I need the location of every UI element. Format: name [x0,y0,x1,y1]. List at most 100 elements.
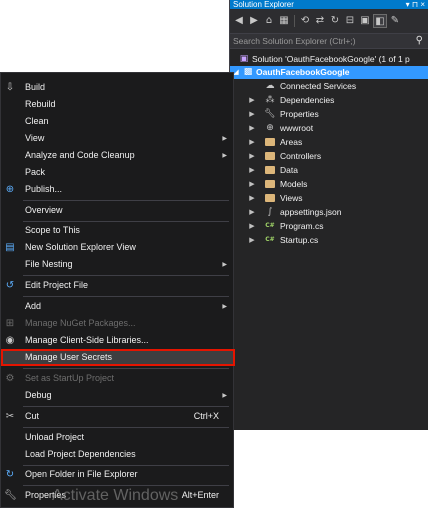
menu-item-file-nesting[interactable]: File Nesting ▶ [1,256,235,273]
project-icon: ▩ [243,67,253,77]
expand-arrow-icon[interactable]: ▶ [248,164,256,177]
expand-arrow-icon[interactable]: ▶ [248,122,256,135]
menu-item-shortcut: Ctrl+X [193,411,219,421]
menu-item-overview[interactable]: Overview [1,202,235,219]
expand-arrow-icon[interactable]: ▶ [248,220,256,233]
gear-icon: ⚙ [5,373,15,384]
menu-item-label: Manage User Secrets [25,352,113,362]
menu-item-open-folder[interactable]: ↻ Open Folder in File Explorer [1,466,235,483]
expand-arrow-icon[interactable]: ▶ [248,136,256,149]
menu-item-label: View [25,133,45,143]
show-all-files-icon[interactable]: ▣ [358,14,372,28]
submenu-arrow-icon: ▶ [222,135,227,142]
tree-item-label: Models [280,179,308,189]
back-icon[interactable]: ◀ [232,14,246,28]
collapse-all-icon[interactable]: ⊟ [343,14,357,28]
menu-item-publish[interactable]: ⊕ Publish... [1,181,235,198]
folder-icon [264,150,276,162]
tree-item-connected-services[interactable]: ☁ Connected Services [230,80,428,93]
tree-item-dependencies[interactable]: ▶ ⁂ Dependencies [230,94,428,107]
new-view-icon: ▤ [5,242,15,253]
menu-item-label: New Solution Explorer View [25,242,136,252]
tree-item-label: Data [280,165,298,175]
menu-item-label: Rebuild [25,99,56,109]
activate-windows-watermark: Activate Windows [52,487,179,504]
search-placeholder: Search Solution Explorer (Ctrl+;) [233,36,356,46]
preview-selected-icon[interactable]: ◧ [373,14,387,28]
expand-arrow-icon[interactable]: ▶ [248,150,256,163]
scissors-icon: ✂ [5,411,15,422]
expand-arrow-icon[interactable]: ▶ [248,206,256,219]
expand-arrow-icon[interactable]: ▶ [248,234,256,247]
menu-item-label: Build [25,82,46,92]
expand-arrow-icon[interactable]: ▶ [248,94,256,107]
tree-item-controllers[interactable]: ▶ Controllers [230,150,428,163]
cloud-icon: ☁ [265,81,275,91]
menu-item-unload-project[interactable]: Unload Project [1,429,235,446]
tree-item-views[interactable]: ▶ Views [230,192,428,205]
sync-icon[interactable]: ⇄ [313,14,327,28]
menu-item-pack[interactable]: Pack [1,164,235,181]
expand-arrow-icon[interactable]: ▶ [248,108,256,121]
tree-solution-node[interactable]: ▣ Solution 'OauthFacebookGoogle' (1 of 1… [230,53,428,66]
tree-item-data[interactable]: ▶ Data [230,164,428,177]
csharp-file-icon: C# [265,236,275,243]
tree-item-label: wwwroot [280,123,314,133]
menu-item-label: Overview [25,205,63,215]
menu-separator [23,275,229,276]
tree-item-label: appsettings.json [280,207,342,217]
solution-explorer-search-input[interactable]: Search Solution Explorer (Ctrl+;) ⚲ [230,33,428,49]
menu-item-label: Debug [25,390,52,400]
solution-explorer-title: Solution Explorer [233,0,294,9]
tree-item-startup[interactable]: ▶ C# Startup.cs [230,234,428,247]
menu-item-add[interactable]: Add ▶ [1,298,235,315]
menu-item-analyze[interactable]: Analyze and Code Cleanup ▶ [1,147,235,164]
wrench-icon: 🔧︎ [4,490,17,501]
menu-item-manage-client-libs[interactable]: ◉ Manage Client-Side Libraries... [1,332,235,349]
menu-item-label: Unload Project [25,432,85,442]
tree-project-node[interactable]: ◢ ▩ OauthFacebookGoogle [230,66,428,79]
expand-arrow-icon[interactable]: ▶ [248,178,256,191]
menu-item-manage-nuget: ⊞ Manage NuGet Packages... [1,315,235,332]
tree-item-appsettings[interactable]: ▶ ∫ appsettings.json [230,206,428,219]
tree-item-wwwroot[interactable]: ▶ ⊕ wwwroot [230,122,428,135]
menu-item-clean[interactable]: Clean [1,113,235,130]
globe-icon: ⊕ [266,123,274,133]
tree-item-label: Views [280,193,303,203]
menu-item-view[interactable]: View ▶ [1,130,235,147]
menu-item-edit-project-file[interactable]: ↺ Edit Project File [1,277,235,294]
menu-item-cut[interactable]: ✂ Cut Ctrl+X [1,408,235,425]
tree-item-models[interactable]: ▶ Models [230,178,428,191]
menu-item-label: Add [25,301,42,311]
forward-icon[interactable]: ▶ [247,14,261,28]
menu-item-load-dependencies[interactable]: Load Project Dependencies [1,446,235,463]
tree-item-properties[interactable]: ▶ 🔧︎ Properties [230,108,428,121]
menu-item-label: Analyze and Code Cleanup [25,150,135,160]
pending-changes-icon[interactable]: ⟲ [298,14,312,28]
home-icon[interactable]: ⌂ [262,14,276,28]
tree-item-label: Areas [280,137,303,147]
submenu-arrow-icon: ▶ [222,303,227,310]
project-context-menu: ⇩ Build Rebuild Clean View ▶ Analyze and… [0,72,235,508]
menu-item-debug[interactable]: Debug ▶ [1,387,235,404]
switch-views-icon[interactable]: ▦ [277,14,291,28]
json-file-icon: ∫ [267,207,273,217]
menu-item-label: Scope to This [25,225,80,235]
menu-item-rebuild[interactable]: Rebuild [1,96,235,113]
tree-item-areas[interactable]: ▶ Areas [230,136,428,149]
tree-item-program[interactable]: ▶ C# Program.cs [230,220,428,233]
refresh-icon[interactable]: ↻ [328,14,342,28]
open-folder-icon: ↻ [5,469,15,480]
window-controls[interactable]: ▾ ⊓ × [406,0,425,9]
menu-item-new-se-view[interactable]: ▤ New Solution Explorer View [1,239,235,256]
properties-icon[interactable]: ✎ [388,14,402,28]
solution-icon: ▣ [239,54,249,64]
expand-arrow-icon[interactable]: ▶ [248,192,256,205]
menu-item-label: Load Project Dependencies [25,449,136,459]
tree-item-label: Startup.cs [280,235,319,245]
tree-item-label: Dependencies [280,95,335,105]
search-icon[interactable]: ⚲ [416,34,423,48]
menu-item-build[interactable]: ⇩ Build [1,79,235,96]
menu-item-manage-user-secrets[interactable]: Manage User Secrets [1,349,235,366]
menu-item-scope-to-this[interactable]: Scope to This [1,222,235,239]
